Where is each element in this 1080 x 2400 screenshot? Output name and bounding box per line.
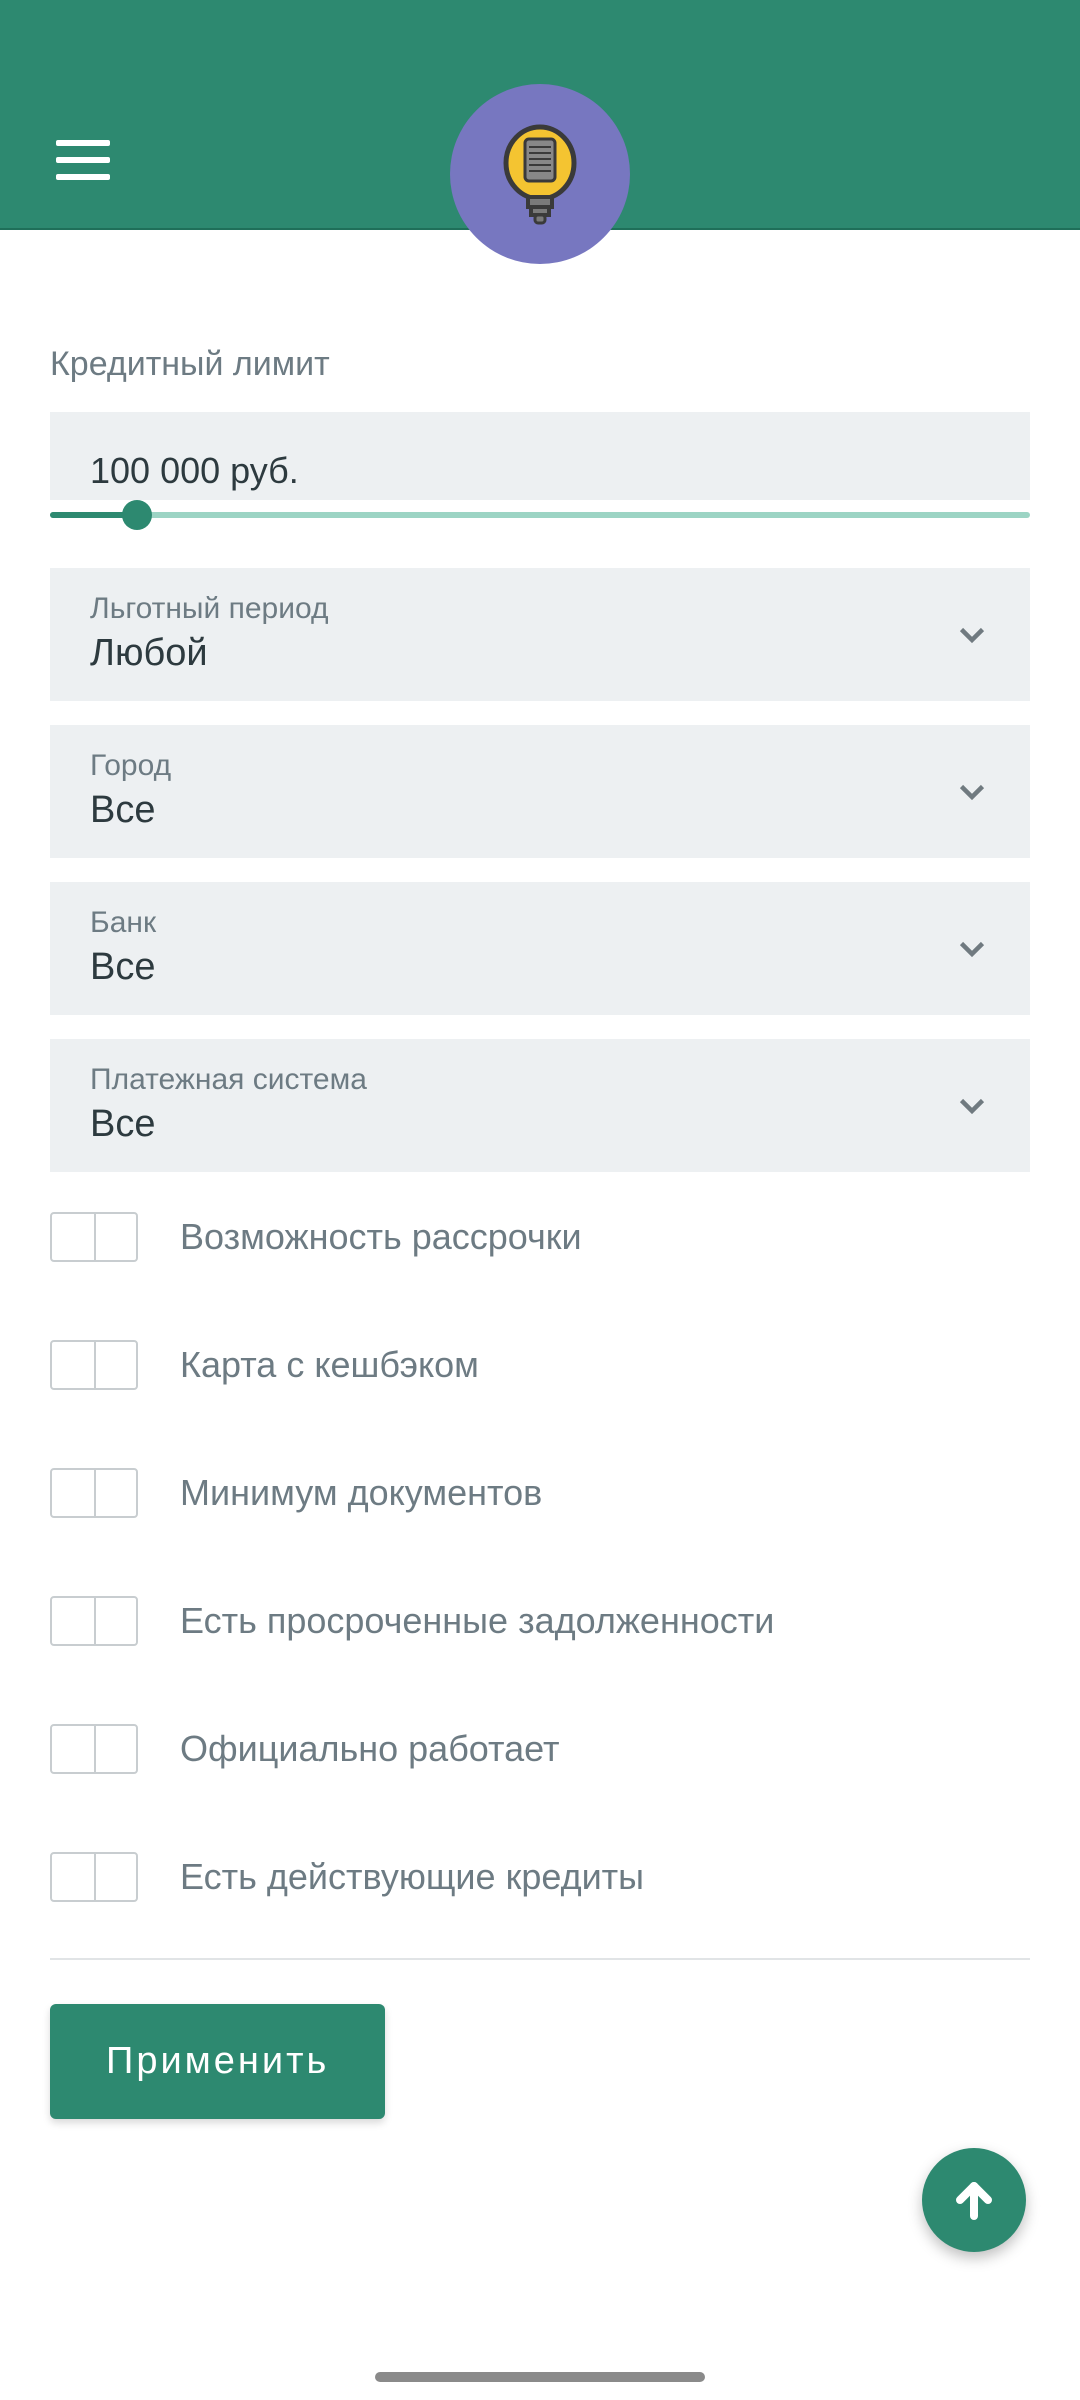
city-dropdown[interactable]: Город Все xyxy=(50,725,1030,858)
bank-dropdown[interactable]: Банк Все xyxy=(50,882,1030,1015)
toggle-row-installment: Возможность рассрочки xyxy=(50,1212,1030,1262)
cashback-label: Карта с кешбэком xyxy=(180,1344,479,1386)
toggle-row-overdue: Есть просроченные задолженности xyxy=(50,1596,1030,1646)
credit-limit-label: Кредитный лимит xyxy=(50,345,1030,384)
toggle-group: Возможность рассрочки Карта с кешбэком М… xyxy=(50,1212,1030,1902)
mindocs-toggle[interactable] xyxy=(50,1468,138,1518)
grace-period-label: Льготный период xyxy=(90,592,329,626)
installment-label: Возможность рассрочки xyxy=(180,1216,582,1258)
chevron-down-icon xyxy=(954,773,990,809)
toggle-row-cashback: Карта с кешбэком xyxy=(50,1340,1030,1390)
toggle-row-mindocs: Минимум документов xyxy=(50,1468,1030,1518)
credit-limit-slider[interactable] xyxy=(50,500,1030,530)
mindocs-label: Минимум документов xyxy=(180,1472,542,1514)
city-label: Город xyxy=(90,749,171,783)
existing-credits-toggle[interactable] xyxy=(50,1852,138,1902)
bank-value: Все xyxy=(90,946,156,989)
filter-form: Кредитный лимит 100 000 руб. Льготный пе… xyxy=(0,230,1080,2119)
credit-limit-box: 100 000 руб. xyxy=(50,412,1030,500)
arrow-up-icon xyxy=(950,2176,998,2224)
home-indicator xyxy=(375,2372,705,2382)
overdue-label: Есть просроченные задолженности xyxy=(180,1600,774,1642)
credit-limit-value: 100 000 руб. xyxy=(90,450,990,492)
bank-label: Банк xyxy=(90,906,156,940)
app-logo xyxy=(450,84,630,264)
toggle-row-existing: Есть действующие кредиты xyxy=(50,1852,1030,1902)
bulb-icon xyxy=(495,119,585,229)
overdue-toggle[interactable] xyxy=(50,1596,138,1646)
divider xyxy=(50,1958,1030,1960)
installment-toggle[interactable] xyxy=(50,1212,138,1262)
chevron-down-icon xyxy=(954,1087,990,1123)
menu-icon[interactable] xyxy=(56,140,110,180)
payment-system-label: Платежная система xyxy=(90,1063,367,1097)
existing-credits-label: Есть действующие кредиты xyxy=(180,1856,644,1898)
chevron-down-icon xyxy=(954,616,990,652)
city-value: Все xyxy=(90,789,171,832)
toggle-row-employed: Официально работает xyxy=(50,1724,1030,1774)
grace-period-dropdown[interactable]: Льготный период Любой xyxy=(50,568,1030,701)
chevron-down-icon xyxy=(954,930,990,966)
apply-button[interactable]: Применить xyxy=(50,2004,385,2119)
employed-toggle[interactable] xyxy=(50,1724,138,1774)
payment-system-value: Все xyxy=(90,1103,367,1146)
slider-thumb[interactable] xyxy=(122,500,152,530)
scroll-to-top-button[interactable] xyxy=(922,2148,1026,2252)
grace-period-value: Любой xyxy=(90,632,329,675)
employed-label: Официально работает xyxy=(180,1728,559,1770)
app-header xyxy=(0,0,1080,230)
cashback-toggle[interactable] xyxy=(50,1340,138,1390)
payment-system-dropdown[interactable]: Платежная система Все xyxy=(50,1039,1030,1172)
